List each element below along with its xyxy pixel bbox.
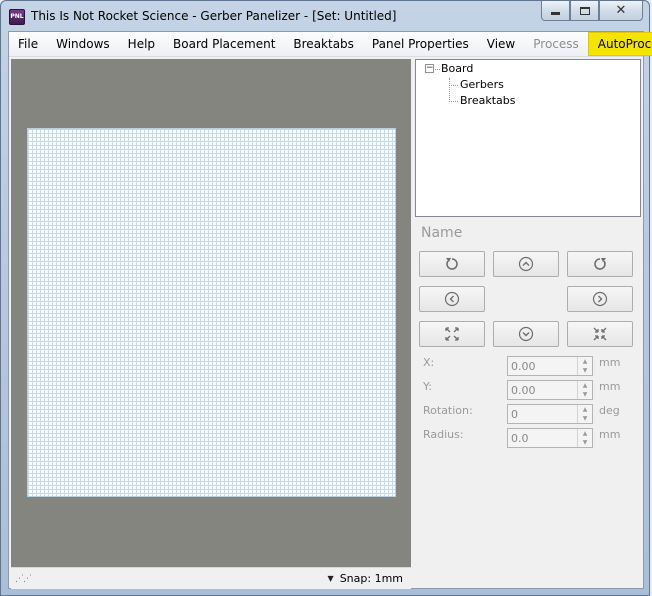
- rotate-ccw-icon: [446, 258, 458, 270]
- rotation-label: Rotation:: [423, 404, 473, 417]
- x-spin-arrows[interactable]: ▲ ▼: [577, 357, 592, 375]
- x-label: X:: [423, 356, 435, 369]
- expand-icon: [445, 327, 459, 341]
- snap-label: Snap: 1mm: [339, 572, 403, 585]
- caption-buttons: ✕: [541, 1, 643, 21]
- menu-view[interactable]: View: [478, 32, 524, 57]
- menu-autoprocess[interactable]: AutoProcess: [587, 32, 652, 56]
- rotation-unit: deg: [599, 404, 620, 417]
- rotate-ccw-button[interactable]: [419, 251, 485, 277]
- expand-button[interactable]: [419, 321, 485, 347]
- tree-node-board[interactable]: Board: [441, 62, 473, 75]
- arrow-right-circle-icon: [592, 291, 608, 307]
- properties-panel: − Board Gerbers Breaktabs Name X: 0.00 ▲…: [413, 59, 643, 589]
- dropdown-arrow-icon: ▼: [327, 574, 334, 583]
- move-up-button[interactable]: [493, 251, 559, 277]
- radius-label: Radius:: [423, 428, 464, 441]
- shrink-button[interactable]: [567, 321, 633, 347]
- x-input[interactable]: [508, 357, 576, 375]
- rotation-spin-arrows[interactable]: ▲ ▼: [577, 405, 592, 423]
- spin-up-icon[interactable]: ▲: [578, 381, 592, 390]
- radius-spinbox[interactable]: ▲ ▼: [507, 428, 593, 448]
- window-title: This Is Not Rocket Science - Gerber Pane…: [31, 9, 397, 23]
- menu-help[interactable]: Help: [119, 32, 164, 57]
- name-label: Name: [421, 225, 463, 241]
- title-bar[interactable]: PNL This Is Not Rocket Science - Gerber …: [1, 1, 649, 31]
- y-label: Y:: [423, 380, 432, 393]
- menu-file[interactable]: File: [9, 32, 47, 57]
- snap-dropdown[interactable]: ▼ Snap: 1mm: [328, 572, 403, 585]
- rotate-cw-icon: [594, 258, 606, 270]
- spin-down-icon[interactable]: ▼: [578, 438, 592, 447]
- rotate-cw-button[interactable]: [567, 251, 633, 277]
- spin-up-icon[interactable]: ▲: [578, 357, 592, 366]
- tree-connector: [449, 101, 458, 102]
- spin-up-icon[interactable]: ▲: [578, 429, 592, 438]
- y-spinbox[interactable]: ▲ ▼: [507, 380, 593, 400]
- tree-connector-vertical: [449, 78, 450, 102]
- client-area: File Windows Help Board Placement Breakt…: [8, 31, 652, 589]
- move-down-button[interactable]: [493, 321, 559, 347]
- resize-grip-icon[interactable]: ⋰⋰: [15, 574, 32, 584]
- maximize-button[interactable]: [570, 1, 599, 21]
- maximize-icon: [579, 6, 590, 15]
- tree-connector: [449, 85, 458, 86]
- arrow-up-circle-icon: [518, 256, 534, 272]
- status-bar: ⋰⋰ ▼ Snap: 1mm: [11, 567, 411, 589]
- main-window: PNL This Is Not Rocket Science - Gerber …: [0, 0, 652, 596]
- menu-board-placement[interactable]: Board Placement: [164, 32, 284, 57]
- tree-node-breaktabs[interactable]: Breaktabs: [460, 94, 515, 107]
- menu-process[interactable]: Process: [524, 32, 588, 57]
- y-spin-arrows[interactable]: ▲ ▼: [577, 381, 592, 399]
- tree-collapse-icon[interactable]: −: [425, 64, 434, 73]
- x-spinbox[interactable]: ▲ ▼: [507, 356, 593, 376]
- move-right-button[interactable]: [567, 286, 633, 312]
- app-icon[interactable]: PNL: [9, 9, 25, 25]
- arrow-down-circle-icon: [518, 326, 534, 342]
- close-button[interactable]: ✕: [599, 1, 643, 21]
- close-icon: ✕: [615, 3, 627, 18]
- shrink-icon: [593, 327, 607, 341]
- menu-breaktabs[interactable]: Breaktabs: [284, 32, 363, 57]
- board-tree-view[interactable]: − Board Gerbers Breaktabs: [415, 59, 641, 217]
- x-unit: mm: [599, 356, 621, 369]
- rotation-spinbox[interactable]: ▲ ▼: [507, 404, 593, 424]
- menu-bar: File Windows Help Board Placement Breakt…: [9, 32, 652, 57]
- y-unit: mm: [599, 380, 621, 393]
- rotation-input[interactable]: [508, 405, 576, 423]
- radius-input[interactable]: [508, 429, 576, 447]
- minimize-button[interactable]: [541, 1, 570, 21]
- spin-down-icon[interactable]: ▼: [578, 390, 592, 399]
- spin-down-icon[interactable]: ▼: [578, 414, 592, 423]
- arrow-left-circle-icon: [444, 291, 460, 307]
- radius-spin-arrows[interactable]: ▲ ▼: [577, 429, 592, 447]
- spin-down-icon[interactable]: ▼: [578, 366, 592, 375]
- move-left-button[interactable]: [419, 286, 485, 312]
- y-input[interactable]: [508, 381, 576, 399]
- panel-canvas[interactable]: [11, 59, 411, 567]
- tree-connector: [435, 69, 440, 70]
- tree-node-gerbers[interactable]: Gerbers: [460, 78, 504, 91]
- minimize-icon: [551, 12, 560, 15]
- menu-windows[interactable]: Windows: [47, 32, 119, 57]
- spin-up-icon[interactable]: ▲: [578, 405, 592, 414]
- panel-board-grid[interactable]: [27, 128, 396, 497]
- menu-panel-properties[interactable]: Panel Properties: [363, 32, 478, 57]
- radius-unit: mm: [599, 428, 621, 441]
